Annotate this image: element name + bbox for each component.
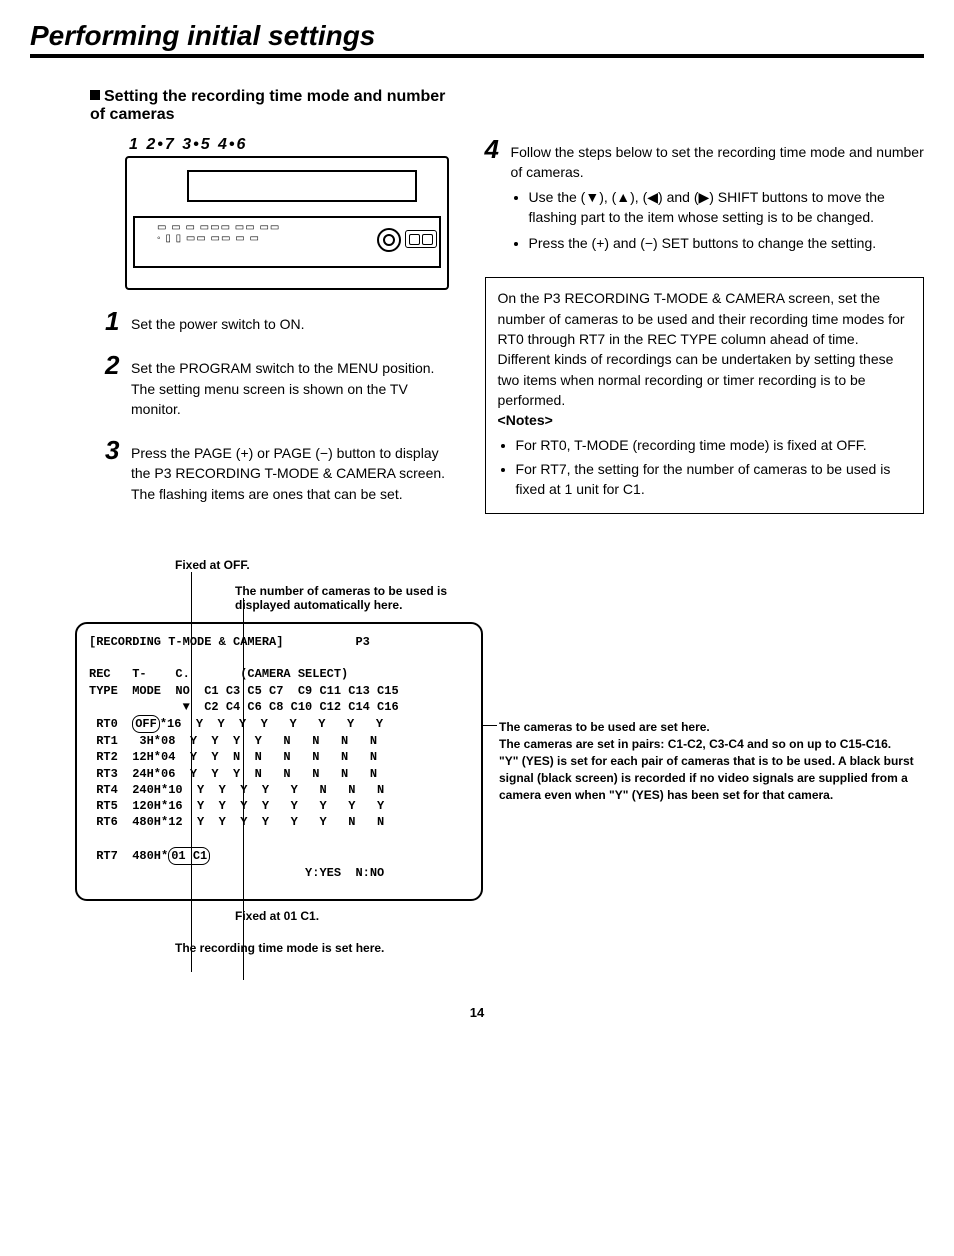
step-number: 1 [105,308,125,334]
step-1: 1 Set the power switch to ON. [105,308,455,334]
side-note: The cameras are set in pairs: C1-C2, C3-… [499,736,924,753]
info-box: On the P3 RECORDING T-MODE & CAMERA scre… [485,277,924,514]
callout-camera-count: The number of cameras to be used is disp… [235,584,475,612]
notes-heading: <Notes> [498,410,911,430]
page-number: 14 [30,1005,924,1020]
section-heading: Setting the recording time mode and numb… [90,88,450,124]
two-button-group-icon [405,230,437,248]
step4-bullet: Press the (+) and (−) SET buttons to cha… [529,233,924,253]
info-para: On the P3 RECORDING T-MODE & CAMERA scre… [498,288,911,349]
side-note: The cameras to be used are set here. [499,719,924,736]
info-note: For RT0, T-MODE (recording time mode) is… [516,435,911,455]
info-para: Different kinds of recordings can be und… [498,349,911,410]
callout-fixed-01c1: Fixed at 01 C1. [235,909,924,923]
step4-intro: Follow the steps below to set the record… [511,144,924,180]
panel-controls-row: ▭ ▭ ▭ ▭▭▭ ▭▭ ▭▭◦ ▯ ▯ ▭▭ ▭▭ ▭ ▭ [157,222,280,244]
step-text: Follow the steps below to set the record… [511,142,924,259]
callout-rec-time-mode: The recording time mode is set here. [175,941,924,955]
step-text: Set the power switch to ON. [131,314,455,334]
connector-line-icon [481,725,497,726]
step-number: 4 [485,136,505,162]
square-bullet-icon [90,90,100,100]
vcr-front-diagram: ▭ ▭ ▭ ▭▭▭ ▭▭ ▭▭◦ ▯ ▯ ▭▭ ▭▭ ▭ ▭ [125,156,449,290]
step-number: 2 [105,352,125,378]
step-4: 4 Follow the steps below to set the reco… [485,136,924,259]
step-3: 3 Press the PAGE (+) or PAGE (−) button … [105,437,455,504]
page-title: Performing initial settings [30,20,924,58]
screen-side-notes: The cameras to be used are set here. The… [499,719,924,803]
screen-diagram-section: Fixed at OFF. The number of cameras to b… [75,558,924,955]
step-number: 3 [105,437,125,463]
cassette-slot-icon [187,170,417,202]
section-heading-text: Setting the recording time mode and numb… [90,88,445,123]
side-note: "Y" (YES) is set for each pair of camera… [499,753,924,803]
step4-bullet: Use the (▼), (▲), (◀) and (▶) SHIFT butt… [529,187,924,228]
diagram-number-labels: 1 2•7 3•5 4•6 [75,136,455,154]
step-2: 2 Set the PROGRAM switch to the MENU pos… [105,352,455,419]
step-text: Press the PAGE (+) or PAGE (−) button to… [131,443,455,504]
step-text: Set the PROGRAM switch to the MENU posit… [131,358,455,419]
jog-dial-icon [377,228,401,252]
callout-fixed-off: Fixed at OFF. [175,558,924,572]
p3-screen-box: [RECORDING T-MODE & CAMERA] P3 REC T- C.… [75,622,483,901]
info-note: For RT7, the setting for the number of c… [516,459,911,500]
